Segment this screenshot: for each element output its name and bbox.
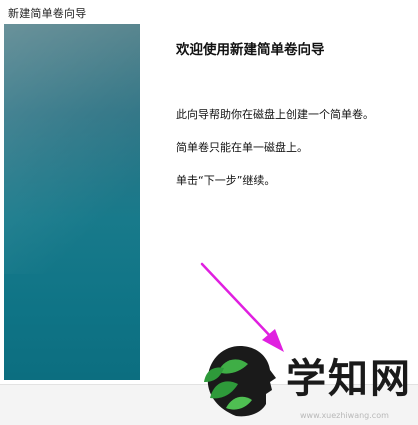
leaf-head-logo-icon — [204, 346, 276, 417]
watermark: 学知网 — [196, 338, 410, 424]
watermark-text: 学知网 — [286, 355, 412, 402]
wizard-window: 新建简单卷向导 欢迎使用新建简单卷向导 此向导帮助你在磁盘上创建一个简单卷。 简… — [0, 0, 418, 425]
